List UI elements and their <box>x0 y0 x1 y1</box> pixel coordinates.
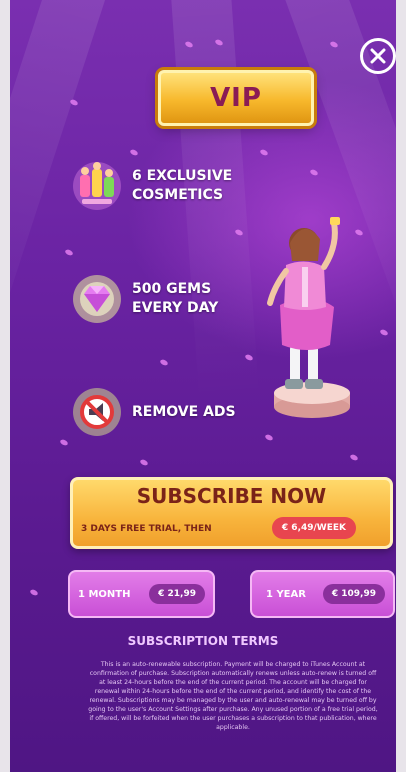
petal <box>379 328 389 337</box>
cosmetics-icon <box>68 157 126 215</box>
petal <box>264 433 274 442</box>
gem-icon <box>68 270 126 328</box>
plan-1-year-label: 1 YEAR <box>266 588 306 600</box>
petal <box>309 168 319 177</box>
petal <box>259 148 269 157</box>
perk-remove-ads-line1: REMOVE ADS <box>132 403 236 420</box>
no-ads-icon <box>68 383 126 441</box>
subscribe-title: SUBSCRIBE NOW <box>136 484 327 508</box>
perk-gems: 500 GEMS EVERY DAY <box>68 270 218 328</box>
subscription-terms-text: This is an auto-renewable subscription. … <box>88 661 378 731</box>
character-illustration <box>260 195 360 425</box>
plan-1-year-price: € 109,99 <box>322 584 385 604</box>
trial-text: 3 DAYS FREE TRIAL, THEN <box>81 524 212 534</box>
petal <box>29 588 39 597</box>
weekly-price-badge: € 6,49/WEEK <box>271 517 356 539</box>
subscribe-now-button[interactable]: SUBSCRIBE NOW 3 DAYS FREE TRIAL, THEN € … <box>70 477 393 549</box>
perk-cosmetics: 6 EXCLUSIVE COSMETICS <box>68 157 232 215</box>
petal <box>139 458 149 467</box>
vip-badge-label: VIP <box>210 83 262 113</box>
perk-remove-ads: REMOVE ADS <box>68 383 236 441</box>
petal <box>349 453 359 462</box>
petal <box>159 358 169 367</box>
perk-cosmetics-line2: COSMETICS <box>132 187 224 203</box>
subscription-terms-link[interactable]: SUBSCRIPTION TERMS <box>10 634 396 648</box>
petal <box>64 248 74 257</box>
perk-cosmetics-line1: 6 EXCLUSIVE <box>132 168 233 184</box>
perk-gems-line1: 500 GEMS <box>132 281 212 297</box>
petal <box>129 148 139 157</box>
plan-1-year-button[interactable]: 1 YEAR € 109,99 <box>250 570 395 618</box>
plan-1-month-price: € 21,99 <box>149 584 205 604</box>
close-icon <box>370 48 386 64</box>
close-button[interactable] <box>360 38 396 74</box>
plan-1-month-label: 1 MONTH <box>78 588 131 600</box>
plan-1-month-button[interactable]: 1 MONTH € 21,99 <box>68 570 215 618</box>
vip-screen: VIP 6 EXCLUSIVE COSMETICS 500 GEMS EVERY… <box>0 0 406 772</box>
vip-badge: VIP <box>158 70 314 126</box>
perk-gems-line2: EVERY DAY <box>132 300 219 316</box>
